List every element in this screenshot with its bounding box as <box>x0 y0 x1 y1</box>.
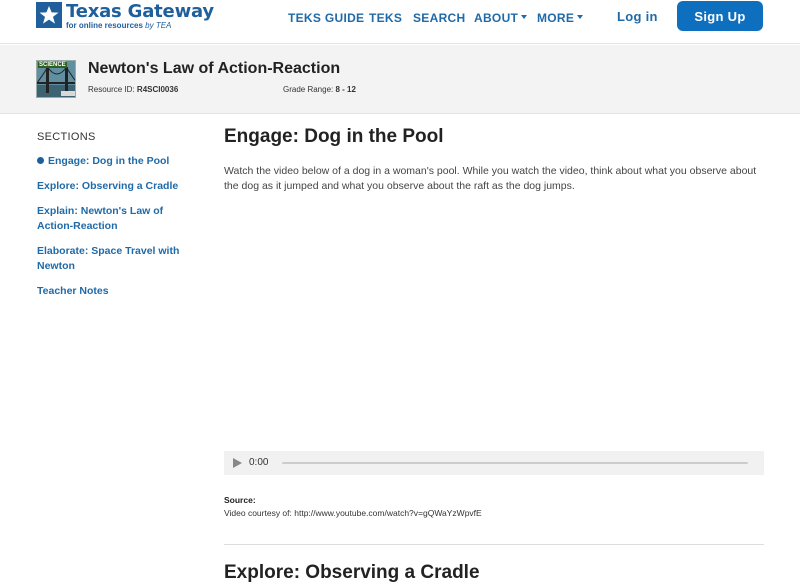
sections-heading: SECTIONS <box>37 131 96 143</box>
nav-search[interactable]: SEARCH <box>413 9 465 27</box>
sidebar-item-explore[interactable]: Explore: Observing a Cradle <box>37 179 207 194</box>
chevron-down-icon <box>577 14 584 19</box>
top-header: Texas Gateway for online resources by TE… <box>0 0 800 44</box>
signup-button[interactable]: Sign Up <box>677 1 763 31</box>
player-time: 0:00 <box>249 457 269 468</box>
sidebar-item-explain[interactable]: Explain: Newton's Law of Action-Reaction <box>37 204 187 234</box>
play-icon[interactable] <box>233 458 242 468</box>
source-text: Video courtesy of: http://www.youtube.co… <box>224 508 482 518</box>
grade-range: Grade Range: 8 - 12 <box>283 85 356 94</box>
resource-thumbnail: SCIENCE <box>36 60 76 98</box>
active-dot-icon <box>37 157 44 164</box>
thumbnail-label: SCIENCE <box>38 62 67 68</box>
sidebar-item-engage[interactable]: Engage: Dog in the Pool <box>37 154 207 169</box>
logo-title: Texas Gateway <box>66 1 214 22</box>
media-player: 0:00 <box>224 451 764 475</box>
texas-gateway-logo[interactable]: Texas Gateway for online resources by TE… <box>27 0 214 32</box>
divider <box>224 544 764 545</box>
seek-bar[interactable] <box>282 462 748 464</box>
nav-more[interactable]: MORE <box>537 9 584 27</box>
resource-title: Newton's Law of Action-Reaction <box>88 60 341 77</box>
logo-subtitle: for online resources by TEA <box>66 21 172 30</box>
resource-header: SCIENCE Newton's Law of Action-Reaction … <box>0 45 800 114</box>
chevron-down-icon <box>521 14 528 19</box>
section-paragraph: Watch the video below of a dog in a woma… <box>224 165 757 192</box>
section-heading: Engage: Dog in the Pool <box>224 126 444 147</box>
nav-teks-guide[interactable]: TEKS GUIDE <box>288 9 364 27</box>
source-heading: Source: <box>224 495 256 505</box>
nav-about[interactable]: ABOUT <box>474 9 528 27</box>
sidebar-item-elaborate[interactable]: Elaborate: Space Travel with Newton <box>37 244 187 274</box>
login-link[interactable]: Log in <box>617 9 658 24</box>
sidebar-item-teacher-notes[interactable]: Teacher Notes <box>37 284 207 299</box>
resource-id: Resource ID: R4SCI0036 <box>88 85 179 94</box>
nav-teks[interactable]: TEKS <box>369 9 402 27</box>
star-icon <box>27 2 62 30</box>
next-section-heading: Explore: Observing a Cradle <box>224 562 480 583</box>
